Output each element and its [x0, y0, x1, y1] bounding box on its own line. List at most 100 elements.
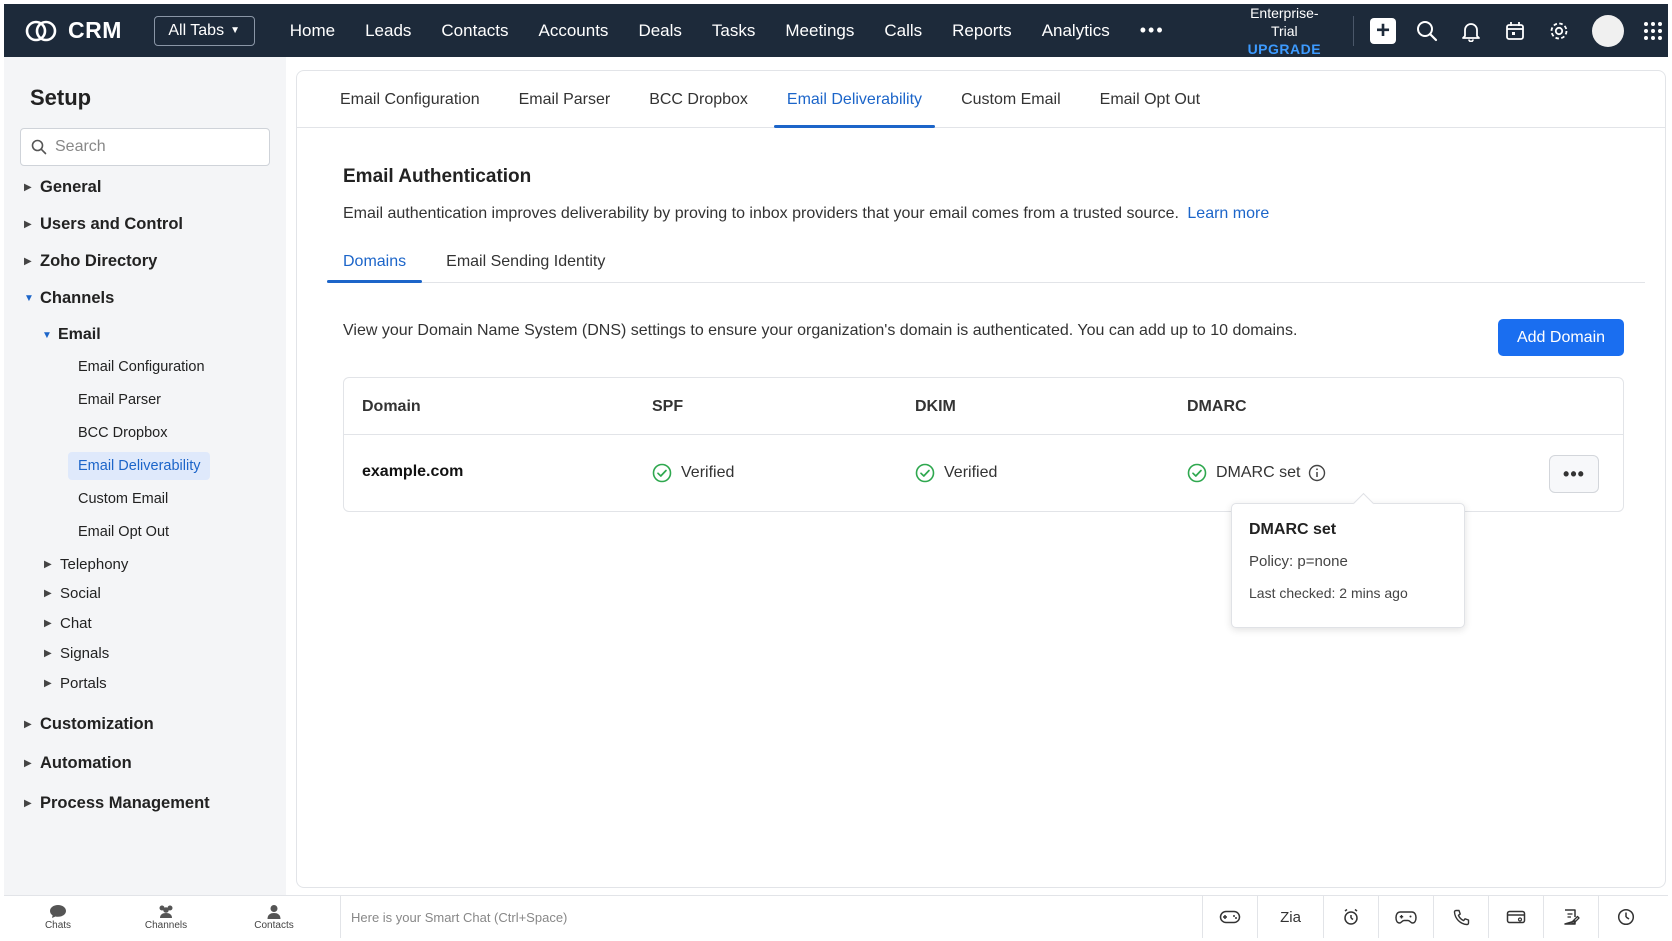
tab-bcc-dropbox[interactable]: BCC Dropbox — [636, 71, 761, 127]
avatar[interactable] — [1592, 14, 1624, 47]
nav-contacts[interactable]: Contacts — [426, 4, 523, 57]
smart-chat-input[interactable] — [351, 909, 1051, 925]
dns-description: View your Domain Name System (DNS) setti… — [343, 322, 1298, 339]
sidebar-item-email[interactable]: ▼ Email — [42, 326, 101, 344]
history-button[interactable] — [1598, 896, 1653, 938]
controller-icon — [1395, 911, 1417, 924]
check-circle-icon — [652, 463, 672, 483]
caret-right-icon: ▶ — [24, 719, 32, 730]
create-button[interactable]: + — [1368, 16, 1398, 46]
card-icon — [1506, 910, 1526, 924]
card-button[interactable] — [1488, 896, 1543, 938]
games-button[interactable] — [1378, 896, 1433, 938]
sidebar-item-bcc-dropbox[interactable]: BCC Dropbox — [68, 419, 177, 447]
tab-email-configuration[interactable]: Email Configuration — [327, 71, 493, 127]
gamepad-button[interactable] — [1202, 896, 1257, 938]
tab-custom-email[interactable]: Custom Email — [948, 71, 1074, 127]
brand[interactable]: CRM — [24, 17, 150, 44]
notifications-button[interactable] — [1456, 16, 1486, 46]
sidebar-item-email-opt-out[interactable]: Email Opt Out — [68, 518, 179, 546]
sidebar-search-input[interactable] — [55, 138, 255, 156]
sidebar-item-email-deliverability[interactable]: Email Deliverability — [68, 452, 211, 480]
spf-status-label: Verified — [681, 464, 735, 481]
sidebar-item-email-parser[interactable]: Email Parser — [68, 386, 171, 414]
divider — [1353, 15, 1354, 46]
sidebar-item-label: Chat — [60, 615, 92, 632]
section-title: Email Authentication — [343, 166, 532, 187]
table-row: example.com Verified Verified DMARC set … — [344, 435, 1623, 512]
dkim-status: Verified — [915, 463, 997, 483]
sidebar-item-channels[interactable]: ▼ Channels — [24, 289, 114, 308]
nav-home[interactable]: Home — [275, 4, 350, 57]
caret-right-icon: ▶ — [24, 182, 32, 193]
alarm-clock-icon — [1344, 908, 1358, 925]
search-button[interactable] — [1412, 16, 1442, 46]
zia-button[interactable]: Zia — [1257, 896, 1323, 938]
top-actions: + — [1368, 14, 1668, 47]
sidebar-item-email-configuration[interactable]: Email Configuration — [68, 353, 215, 381]
column-header-domain: Domain — [362, 398, 421, 415]
tooltip-last-checked: Last checked: 2 mins ago — [1249, 585, 1408, 601]
tab-email-opt-out[interactable]: Email Opt Out — [1087, 71, 1213, 127]
sidebar-item-label: Customization — [40, 715, 154, 733]
nav-more-icon[interactable]: ••• — [1125, 4, 1180, 57]
nav-analytics[interactable]: Analytics — [1027, 4, 1125, 57]
sidebar-item-telephony[interactable]: ▶ Telephony — [44, 556, 128, 573]
sidebar-search[interactable] — [20, 128, 270, 166]
smart-chat-bar[interactable] — [340, 896, 1202, 938]
top-navbar: CRM All Tabs ▼ Home Leads Contacts Accou… — [4, 4, 1668, 57]
add-domain-button[interactable]: Add Domain — [1498, 319, 1624, 356]
subtab-domains[interactable]: Domains — [327, 241, 423, 283]
calendar-button[interactable] — [1500, 16, 1530, 46]
sidebar-item-custom-email[interactable]: Custom Email — [68, 485, 178, 513]
dmarc-status-label: DMARC set — [1216, 464, 1301, 481]
nav-reports[interactable]: Reports — [937, 4, 1027, 57]
sidebar-item-process-management[interactable]: ▶ Process Management — [24, 794, 210, 813]
domains-table: Domain SPF DKIM DMARC example.com Verifi… — [343, 377, 1624, 512]
setup-sidebar: Setup ▶ General ▶ Users and Control ▶ Zoho … — [4, 57, 286, 895]
sidebar-item-general[interactable]: ▶ General — [24, 178, 101, 197]
sidebar-item-social[interactable]: ▶ Social — [44, 585, 101, 602]
nav-tasks[interactable]: Tasks — [697, 4, 770, 57]
upgrade-link[interactable]: UPGRADE — [1238, 40, 1331, 58]
nav-deals[interactable]: Deals — [623, 4, 696, 57]
caret-down-icon: ▼ — [42, 329, 52, 341]
sidebar-item-directory[interactable]: ▶ Zoho Directory — [24, 252, 157, 271]
sidebar-item-portals[interactable]: ▶ Portals — [44, 675, 107, 692]
apps-button[interactable] — [1638, 16, 1668, 46]
trial-label: Enterprise-Trial — [1250, 4, 1319, 39]
sidebar-item-chat[interactable]: ▶ Chat — [44, 615, 92, 632]
chats-button[interactable]: Chats — [4, 896, 112, 938]
tab-email-parser[interactable]: Email Parser — [506, 71, 624, 127]
alarm-button[interactable] — [1323, 896, 1378, 938]
bottom-right-actions: Zia — [1202, 896, 1653, 938]
sidebar-item-label: General — [40, 178, 102, 196]
phone-button[interactable] — [1433, 896, 1488, 938]
sidebar-item-automation[interactable]: ▶ Automation — [24, 754, 132, 773]
group-icon — [159, 905, 173, 918]
learn-more-link[interactable]: Learn more — [1187, 205, 1269, 222]
channels-button[interactable]: Channels — [112, 896, 220, 938]
caret-right-icon: ▶ — [24, 256, 32, 267]
row-more-button[interactable]: ••• — [1549, 455, 1599, 493]
nav-accounts[interactable]: Accounts — [524, 4, 624, 57]
nav-leads[interactable]: Leads — [350, 4, 426, 57]
nav-meetings[interactable]: Meetings — [770, 4, 869, 57]
settings-button[interactable] — [1544, 16, 1574, 46]
nav-calls[interactable]: Calls — [869, 4, 937, 57]
all-tabs-dropdown[interactable]: All Tabs ▼ — [153, 15, 255, 46]
info-icon[interactable] — [1308, 464, 1326, 482]
notes-button[interactable] — [1543, 896, 1598, 938]
tooltip-title: DMARC set — [1249, 521, 1337, 538]
sidebar-item-customization[interactable]: ▶ Customization — [24, 715, 154, 734]
description-text: Email authentication improves deliverabi… — [343, 205, 1179, 222]
dkim-status-label: Verified — [944, 464, 998, 481]
contacts-button[interactable]: Contacts — [220, 896, 328, 938]
sidebar-item-users[interactable]: ▶ Users and Control — [24, 215, 183, 234]
subtab-email-sending-identity[interactable]: Email Sending Identity — [430, 241, 621, 282]
sidebar-item-signals[interactable]: ▶ Signals — [44, 645, 109, 662]
sidebar-item-label: Zoho Directory — [40, 252, 158, 270]
apps-grid-icon — [1644, 21, 1662, 40]
caret-right-icon: ▶ — [44, 559, 52, 570]
tab-email-deliverability[interactable]: Email Deliverability — [773, 71, 936, 128]
